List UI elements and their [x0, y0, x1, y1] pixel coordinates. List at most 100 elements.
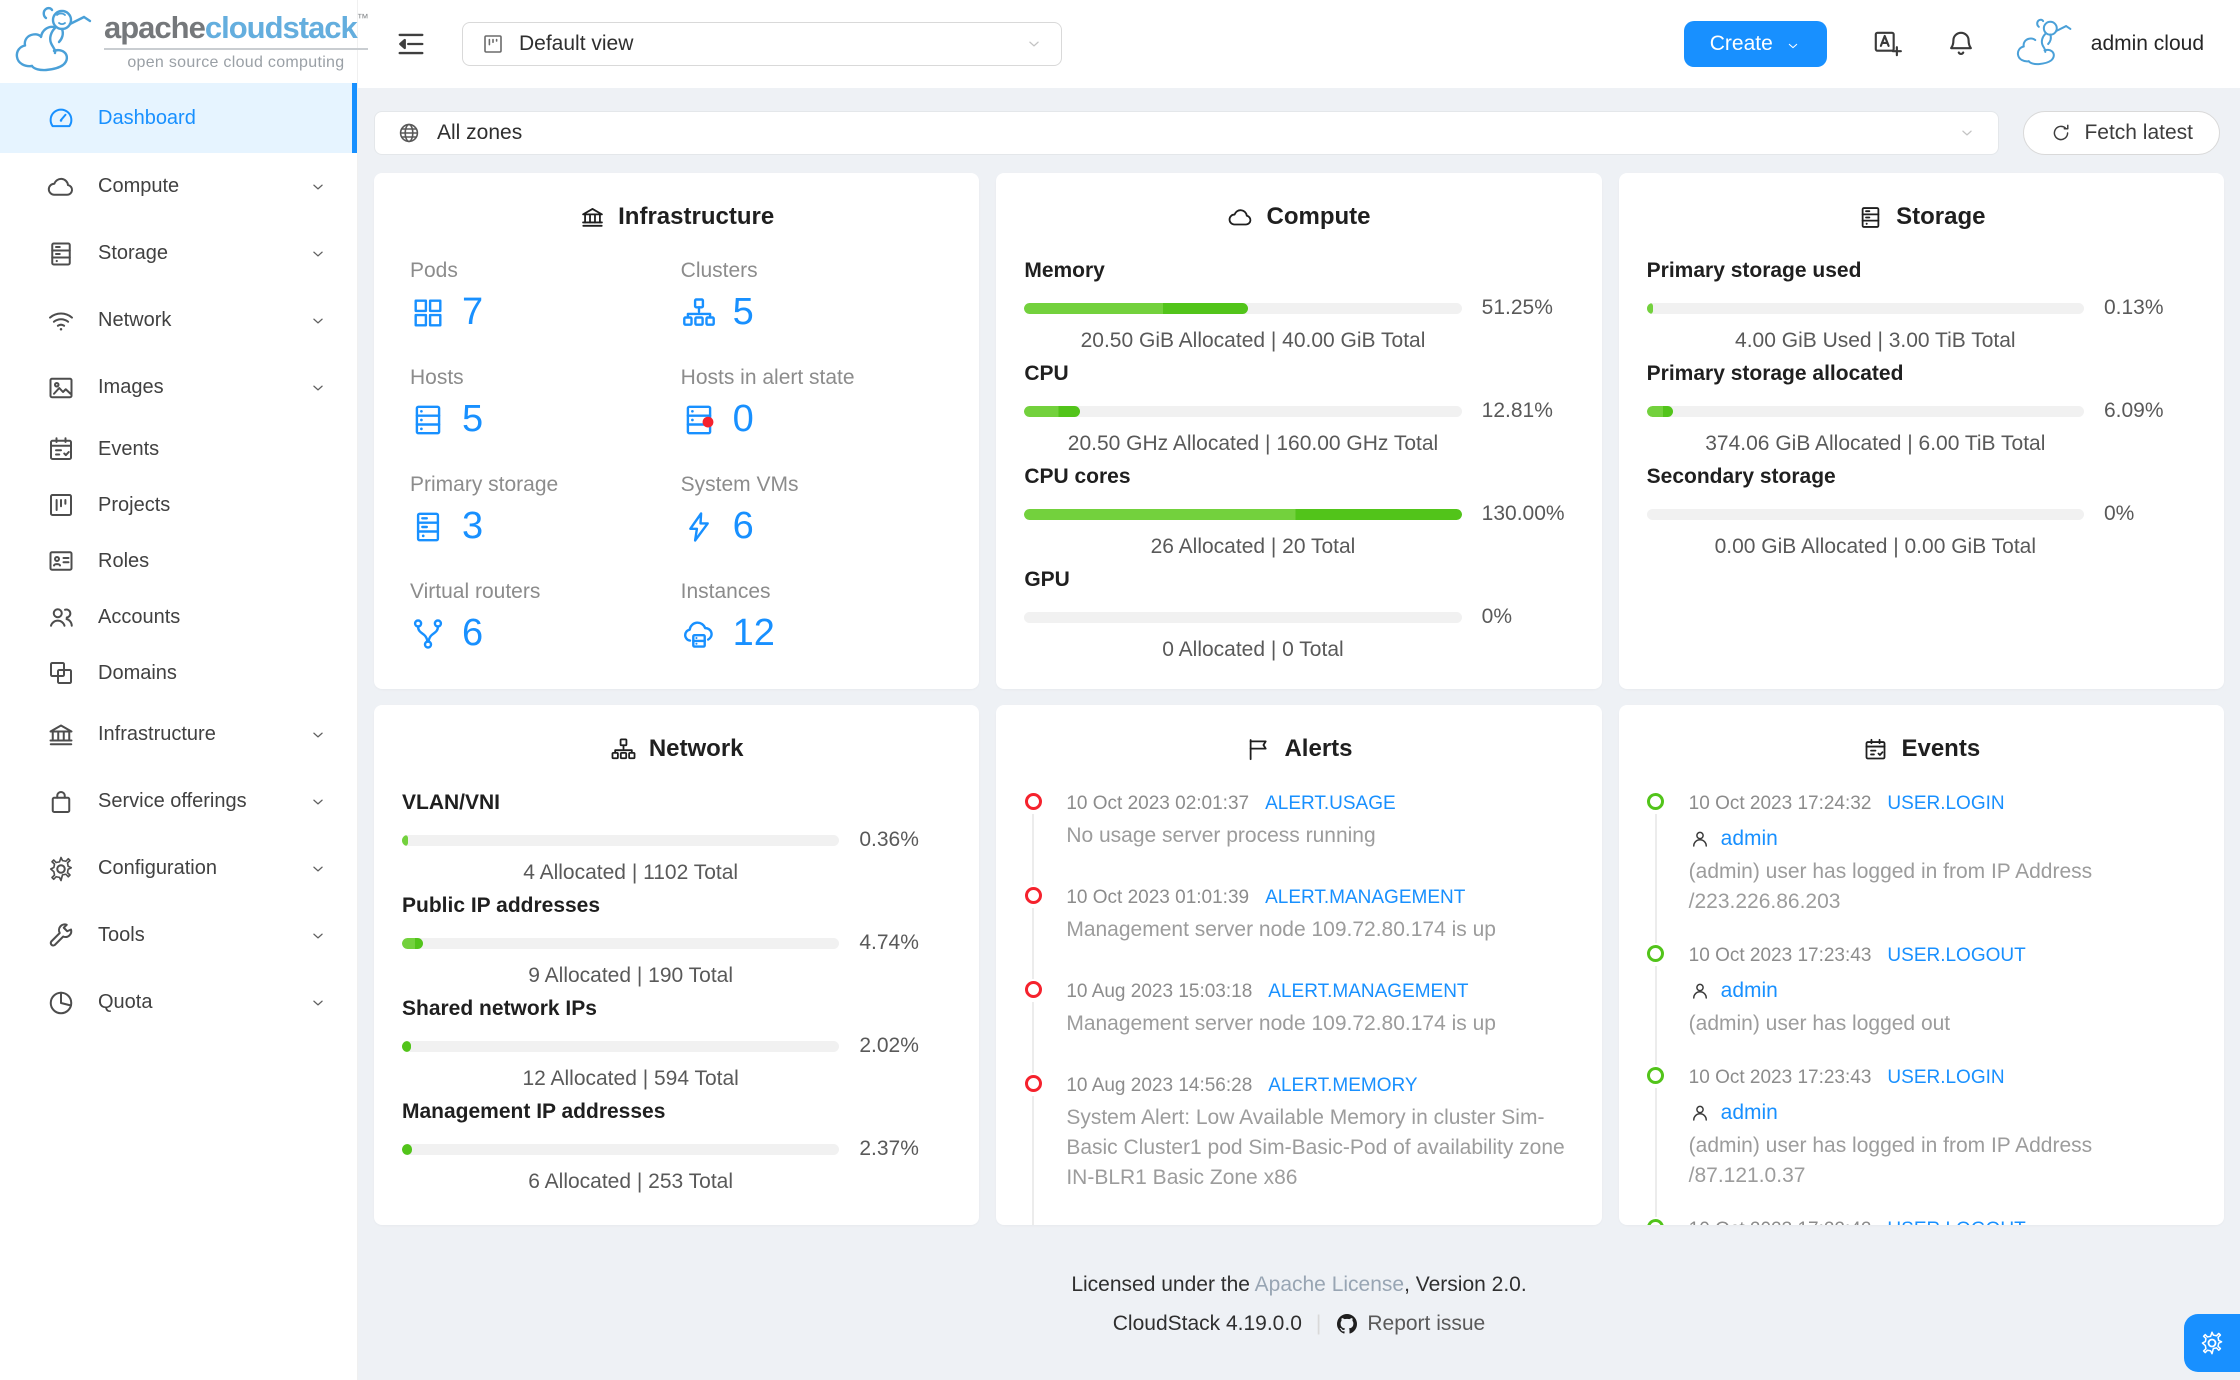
- usage-percent: 0%: [2103, 502, 2135, 525]
- stat-value[interactable]: 12: [733, 612, 775, 655]
- sidebar-item-tools[interactable]: Tools: [0, 902, 357, 969]
- project-icon: [46, 490, 76, 520]
- type-tag-link[interactable]: USER.LOGOUT: [1887, 1217, 2025, 1225]
- calendar-icon: [46, 434, 76, 464]
- usage-caption: 20.50 GHz Allocated | 160.00 GHz Total: [1067, 432, 1439, 455]
- apache-license-link[interactable]: Apache License: [1255, 1273, 1404, 1296]
- zone-selector[interactable]: All zones: [374, 111, 2000, 155]
- version-label: CloudStack 4.19.0.0: [1112, 1312, 1302, 1335]
- brand-logo[interactable]: apachecloudstack™ open source cloud comp…: [0, 0, 369, 83]
- sidebar-item-projects[interactable]: Projects: [0, 477, 357, 533]
- image-icon: [46, 373, 76, 403]
- sidebar-item-compute[interactable]: Compute: [0, 153, 357, 220]
- usage-percent: 6.09%: [2103, 399, 2164, 422]
- usage-label: Primary storage used: [1646, 259, 1862, 282]
- usage-percent: 4.74%: [859, 931, 919, 954]
- user-link[interactable]: admin: [1721, 977, 1778, 1005]
- description: (admin) user has logged out: [1688, 1012, 1951, 1035]
- view-selector[interactable]: Default view: [462, 22, 1062, 66]
- user-icon: [1689, 828, 1711, 850]
- report-issue-link[interactable]: Report issue: [1335, 1312, 1485, 1336]
- sidebar-item-infrastructure[interactable]: Infrastructure: [0, 701, 357, 768]
- sidebar-item-configuration[interactable]: Configuration: [0, 835, 357, 902]
- flag-icon: [1245, 736, 1272, 763]
- usage-percent: 0.13%: [2103, 296, 2164, 319]
- progress-bar: [1024, 508, 1462, 520]
- description: (admin) user has logged in from IP Addre…: [1688, 860, 2093, 913]
- usage-percent: 2.02%: [859, 1034, 919, 1057]
- sidebar-item-images[interactable]: Images: [0, 354, 357, 421]
- stat-label: Instances: [680, 580, 771, 603]
- timeline-dot: [1647, 945, 1665, 962]
- settings-fab-button[interactable]: [2184, 1314, 2240, 1372]
- stat-value[interactable]: 6: [462, 612, 483, 655]
- brand-tagline: open source cloud computing: [127, 53, 345, 71]
- user-link[interactable]: admin: [1721, 1099, 1778, 1127]
- type-tag-link[interactable]: USER.LOGIN: [1887, 1065, 2004, 1091]
- user-link[interactable]: admin: [1721, 825, 1778, 853]
- alerts-card-title: Alerts: [1024, 735, 1573, 763]
- sidebar-menu: Dashboard Compute Storage Network Images Even…: [0, 83, 357, 1380]
- stat-value[interactable]: 5: [462, 398, 483, 441]
- type-tag-link[interactable]: USER.LOGIN: [1887, 791, 2004, 817]
- chevron-down-icon: [309, 312, 327, 330]
- brand-name: apachecloudstack™: [104, 12, 369, 50]
- events-timeline: 10 Oct 2023 17:24:32 USER.LOGIN admin (admi…: [1647, 791, 2196, 1225]
- sidebar-item-network[interactable]: Network: [0, 287, 357, 354]
- usage-management-ip-addresses: Management IP addresses 2.37% 6 Allocated …: [402, 1100, 951, 1194]
- sidebar-item-label: Quota: [98, 991, 153, 1013]
- sidebar-item-domains[interactable]: Domains: [0, 645, 357, 701]
- alerts-card: Alerts 10 Oct 2023 02:01:37 ALERT.USAGE No…: [996, 705, 1602, 1225]
- stat-system-vms: System VMs 6: [681, 473, 952, 580]
- stat-value[interactable]: 6: [733, 505, 754, 548]
- rack-icon: [410, 402, 446, 438]
- timeline-dot: [1024, 1075, 1042, 1092]
- type-tag-link[interactable]: ALERT.MANAGEMENT: [1265, 885, 1465, 911]
- sidebar-item-service-offerings[interactable]: Service offerings: [0, 768, 357, 835]
- type-tag-link[interactable]: ALERT.MANAGEMENT: [1268, 979, 1468, 1005]
- usage-caption: 26 Allocated | 20 Total: [1150, 535, 1356, 558]
- stat-pods: Pods 7: [410, 259, 681, 366]
- usage-cpu: CPU 12.81% 20.50 GHz Allocated | 160.00 GH…: [1024, 362, 1573, 456]
- sidebar-item-label: Infrastructure: [98, 723, 216, 745]
- stat-value[interactable]: 0: [733, 398, 754, 441]
- stat-value[interactable]: 5: [733, 291, 754, 334]
- usage-percent: 0%: [1481, 605, 1513, 628]
- github-icon: [1335, 1312, 1359, 1336]
- timeline-dot: [1024, 793, 1042, 810]
- cloudmonkey-avatar[interactable]: [2013, 16, 2079, 72]
- cloudmonkey-logo-icon: [15, 6, 92, 71]
- sidebar-item-storage[interactable]: Storage: [0, 220, 357, 287]
- translate-icon[interactable]: [1871, 28, 1903, 60]
- sidebar-item-accounts[interactable]: Accounts: [0, 589, 357, 645]
- usage-shared-network-ips: Shared network IPs 2.02% 12 Allocated | 59…: [402, 997, 951, 1091]
- user-label[interactable]: admin cloud: [2091, 32, 2204, 56]
- chevron-down-icon: [309, 178, 327, 196]
- create-button[interactable]: Create: [1683, 21, 1827, 67]
- sidebar-item-events[interactable]: Events: [0, 421, 357, 477]
- notifications-bell-icon[interactable]: [1945, 28, 1977, 60]
- zone-selector-value: All zones: [437, 121, 523, 144]
- type-tag-link[interactable]: ALERT.MEMORY: [1268, 1073, 1417, 1099]
- footer: Licensed under the Apache License, Versi…: [358, 1225, 2240, 1336]
- sidebar-collapse-icon[interactable]: [394, 27, 428, 61]
- stat-value[interactable]: 7: [462, 291, 483, 334]
- type-tag-link[interactable]: USER.LOGOUT: [1887, 943, 2025, 969]
- type-tag-link[interactable]: ALERT.USAGE: [1265, 791, 1396, 817]
- timestamp: 10 Oct 2023 17:24:32: [1688, 793, 1872, 814]
- sidebar-item-dashboard[interactable]: Dashboard: [0, 83, 357, 153]
- usage-caption: 4.00 GiB Used | 3.00 TiB Total: [1735, 329, 2016, 352]
- usage-label: Memory: [1024, 259, 1105, 282]
- description: System Alert: Low Available Memory in cl…: [1066, 1106, 1565, 1189]
- event-item: 10 Oct 2023 17:22:42USER.LOGOUTadmin: [1647, 1217, 2196, 1225]
- stat-value[interactable]: 3: [462, 505, 483, 548]
- zone-bar: All zones Fetch latest: [374, 111, 2220, 155]
- sidebar-item-roles[interactable]: Roles: [0, 533, 357, 589]
- storage-card-title: Storage: [1647, 203, 2196, 231]
- fetch-latest-button[interactable]: Fetch latest: [2023, 111, 2220, 155]
- usage-vlan-vni: VLAN/VNI 0.36% 4 Allocated | 1102 Total: [402, 791, 951, 885]
- gear-icon: [46, 854, 76, 884]
- fork-icon: [410, 616, 446, 652]
- progress-bar: [1024, 302, 1462, 314]
- sidebar-item-quota[interactable]: Quota: [0, 969, 357, 1036]
